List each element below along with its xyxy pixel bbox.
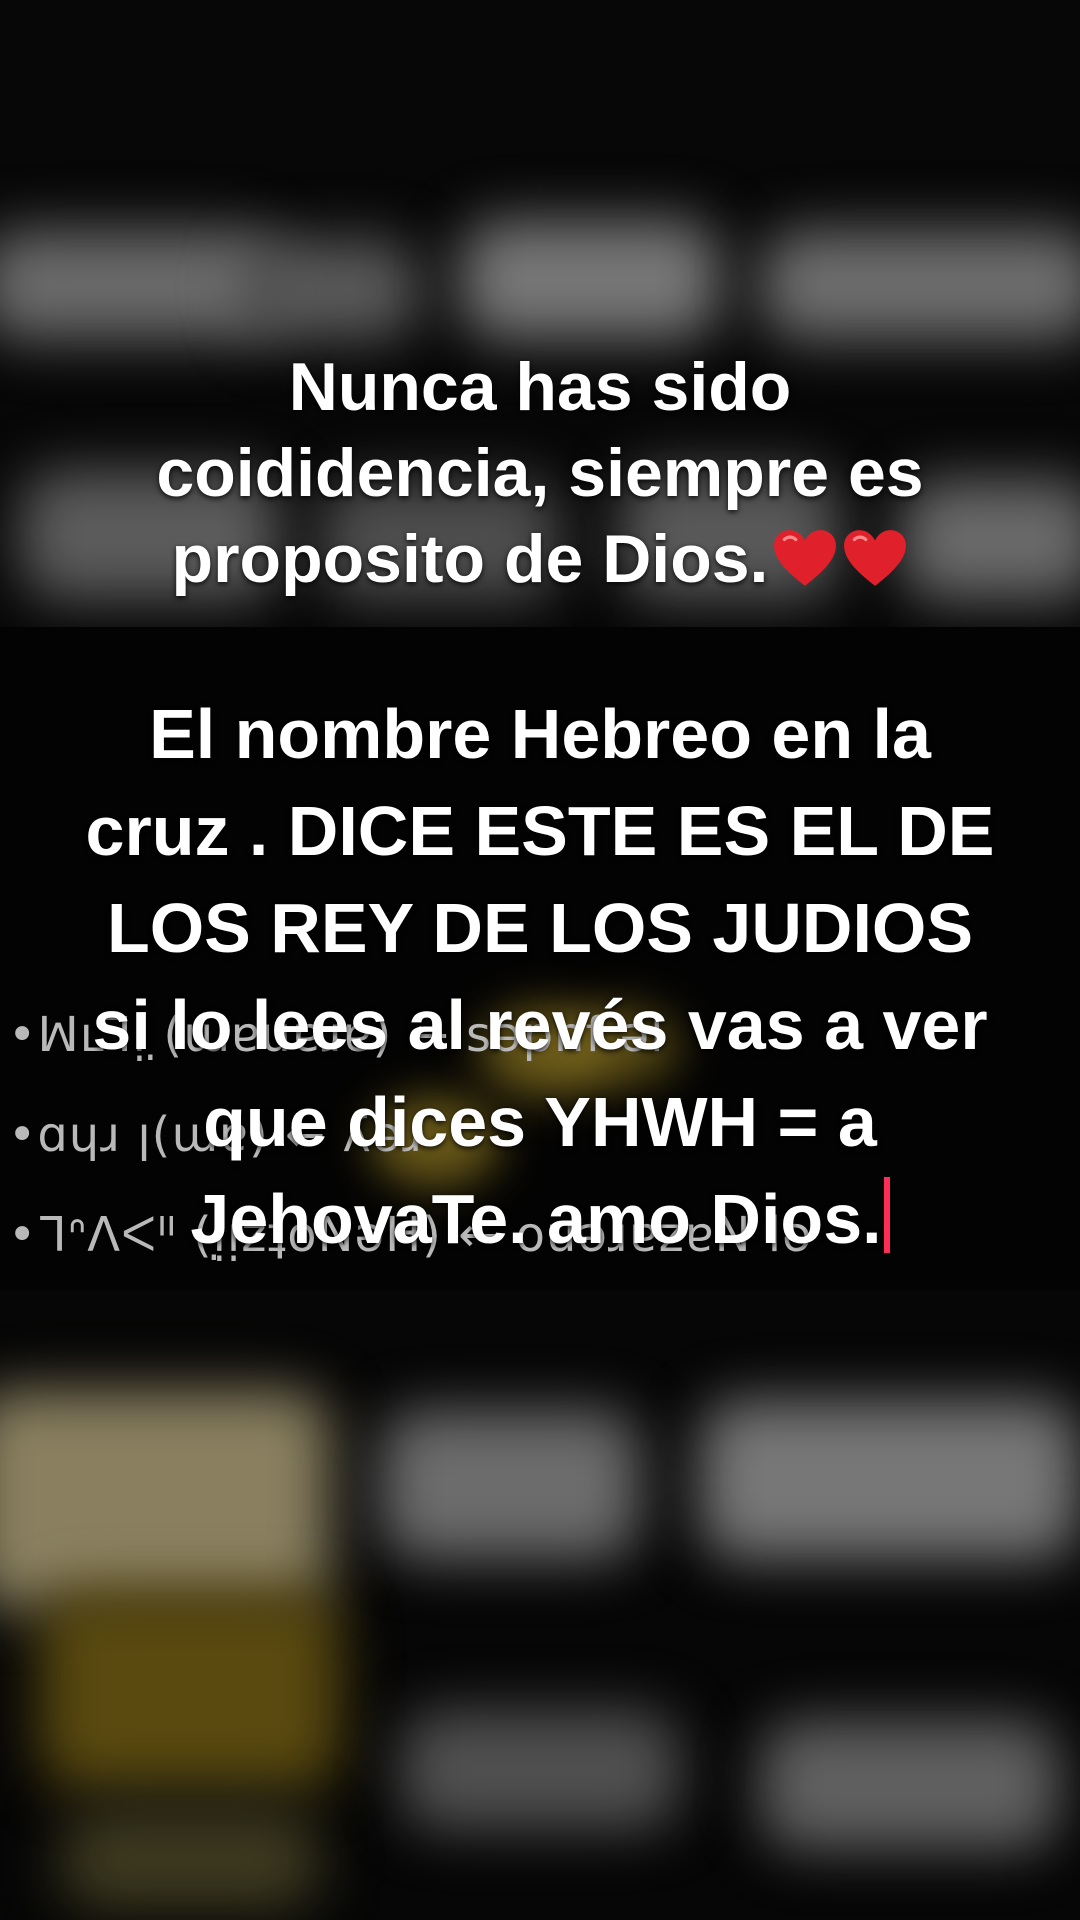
video-frame: •ꟽʟ⅂ᴉ ̣(ɯɐuɐɹɐ) ← sǝpnſ ǝl •ɑɥɹ ꞁ(ɯɐ) ← … [0,0,1080,1920]
caption-main-line-6: JehovaTe. amo Dios. [0,1171,1080,1268]
caption-top-line-2: coididencia, siempre es [156,435,924,511]
caption-main-line-1: El nombre Hebreo en la [149,695,931,773]
caption-main-line-4: si lo lees al revés vas a ver [92,986,988,1064]
caption-main-line-3: LOS REY DE LOS JUDIOS [106,889,974,967]
caption-main-line-6-text: JehovaTe. amo Dios. [190,1180,882,1258]
caption-top: Nunca has sido coididencia, siempre es p… [0,344,1080,602]
heart-icon [844,530,907,586]
caption-main-line-2: cruz . DICE ESTE ES EL DE [85,792,995,870]
caption-top-line-3-text: proposito de Dios. [171,521,769,597]
caption-main: El nombre Hebreo en la cruz . DICE ESTE … [0,686,1080,1268]
text-cursor [883,1177,890,1253]
blurred-background-bottom [0,1290,1080,1920]
caption-main-line-5: que dices YHWH = a [203,1083,877,1161]
heart-icon [774,530,837,586]
caption-top-line-3: proposito de Dios. [0,516,1080,602]
caption-top-line-1: Nunca has sido [288,349,792,425]
